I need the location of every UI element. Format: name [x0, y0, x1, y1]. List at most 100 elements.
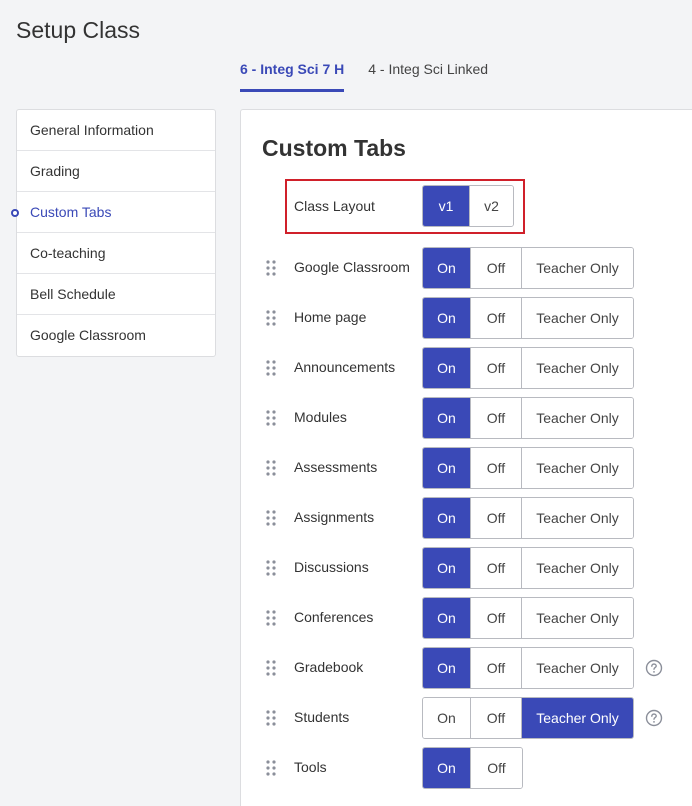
assignments-visibility-toggle: On Off Teacher Only — [422, 497, 634, 539]
tab-label: Tools — [294, 759, 327, 775]
tab-row-gradebook: Gradebook On Off Teacher Only — [266, 647, 686, 689]
tab-label: Conferences — [294, 609, 374, 625]
tab-label: Google Classroom — [294, 259, 410, 275]
class-layout-highlight: Class Layout v1 v2 — [285, 179, 525, 234]
drag-handle-icon[interactable] — [266, 660, 276, 676]
help-circle-icon[interactable] — [645, 709, 663, 727]
drag-handle-icon[interactable] — [266, 260, 276, 276]
assignments-off-button[interactable]: Off — [471, 498, 522, 538]
drag-handle-icon[interactable] — [266, 610, 276, 626]
discussions-off-button[interactable]: Off — [471, 548, 522, 588]
students-on-button[interactable]: On — [423, 698, 471, 738]
tools-on-button[interactable]: On — [423, 748, 471, 788]
tab-row-home-page: Home page On Off Teacher Only — [266, 297, 686, 339]
announcements-teacher-only-button[interactable]: Teacher Only — [522, 348, 633, 388]
announcements-off-button[interactable]: Off — [471, 348, 522, 388]
assessments-visibility-toggle: On Off Teacher Only — [422, 447, 634, 489]
sidebar-item-label: Custom Tabs — [30, 204, 112, 220]
google-classroom-on-button[interactable]: On — [423, 248, 471, 288]
google-classroom-off-button[interactable]: Off — [471, 248, 522, 288]
home-page-on-button[interactable]: On — [423, 298, 471, 338]
assessments-off-button[interactable]: Off — [471, 448, 522, 488]
help-circle-icon[interactable] — [645, 659, 663, 677]
drag-handle-icon[interactable] — [266, 760, 276, 776]
class-tabs: 6 - Integ Sci 7 H 4 - Integ Sci Linked — [240, 52, 512, 92]
students-visibility-toggle: On Off Teacher Only — [422, 697, 634, 739]
modules-teacher-only-button[interactable]: Teacher Only — [522, 398, 633, 438]
tab-label: Assessments — [294, 459, 378, 475]
tab-row-announcements: Announcements On Off Teacher Only — [266, 347, 686, 389]
sidebar-item-label: General Information — [30, 122, 154, 138]
drag-handle-icon[interactable] — [266, 710, 276, 726]
assessments-on-button[interactable]: On — [423, 448, 471, 488]
page-title: Setup Class — [16, 17, 141, 43]
gradebook-visibility-toggle: On Off Teacher Only — [422, 647, 634, 689]
tools-off-button[interactable]: Off — [471, 748, 522, 788]
sidebar-item-label: Bell Schedule — [30, 286, 116, 302]
settings-sidebar: General Information Grading Custom Tabs … — [11, 109, 216, 357]
conferences-teacher-only-button[interactable]: Teacher Only — [522, 598, 633, 638]
tab-label: Modules — [294, 409, 347, 425]
conferences-visibility-toggle: On Off Teacher Only — [422, 597, 634, 639]
tab-row-modules: Modules On Off Teacher Only — [266, 397, 686, 439]
tools-visibility-toggle: On Off — [422, 747, 523, 789]
sidebar-item-label: Grading — [30, 163, 80, 179]
tab-label: Gradebook — [294, 659, 364, 675]
conferences-off-button[interactable]: Off — [471, 598, 522, 638]
class-layout-label: Class Layout — [294, 198, 375, 214]
google-classroom-teacher-only-button[interactable]: Teacher Only — [522, 248, 633, 288]
tab-row-students: Students On Off Teacher Only — [266, 697, 686, 739]
drag-handle-icon[interactable] — [266, 560, 276, 576]
modules-off-button[interactable]: Off — [471, 398, 522, 438]
drag-handle-icon[interactable] — [266, 310, 276, 326]
assignments-teacher-only-button[interactable]: Teacher Only — [522, 498, 633, 538]
drag-handle-icon[interactable] — [266, 410, 276, 426]
sidebar-item-label: Google Classroom — [30, 327, 146, 343]
sidebar-item-custom-tabs[interactable]: Custom Tabs — [11, 192, 215, 233]
drag-handle-icon[interactable] — [266, 360, 276, 376]
drag-handle-icon[interactable] — [266, 510, 276, 526]
active-indicator-icon — [11, 209, 19, 217]
discussions-on-button[interactable]: On — [423, 548, 471, 588]
sidebar-item-general-information[interactable]: General Information — [17, 110, 215, 151]
gradebook-on-button[interactable]: On — [423, 648, 471, 688]
discussions-teacher-only-button[interactable]: Teacher Only — [522, 548, 633, 588]
tab-label: Assignments — [294, 509, 375, 525]
tab-row-conferences: Conferences On Off Teacher Only — [266, 597, 686, 639]
modules-on-button[interactable]: On — [423, 398, 471, 438]
tab-label: Discussions — [294, 559, 369, 575]
class-tab-integ-sci-7-h[interactable]: 6 - Integ Sci 7 H — [240, 52, 345, 92]
students-teacher-only-button[interactable]: Teacher Only — [522, 698, 633, 738]
assessments-teacher-only-button[interactable]: Teacher Only — [522, 448, 633, 488]
tab-row-assignments: Assignments On Off Teacher Only — [266, 497, 686, 539]
home-page-visibility-toggle: On Off Teacher Only — [422, 297, 634, 339]
home-page-off-button[interactable]: Off — [471, 298, 522, 338]
sidebar-item-google-classroom[interactable]: Google Classroom — [17, 315, 215, 356]
panel-title: Custom Tabs — [262, 135, 406, 161]
custom-tabs-panel: Custom Tabs Class Layout v1 v2 Google Cl… — [240, 109, 692, 806]
gradebook-teacher-only-button[interactable]: Teacher Only — [522, 648, 633, 688]
tab-label: Home page — [294, 309, 367, 325]
drag-handle-icon[interactable] — [266, 460, 276, 476]
sidebar-item-grading[interactable]: Grading — [17, 151, 215, 192]
sidebar-item-bell-schedule[interactable]: Bell Schedule — [17, 274, 215, 315]
assignments-on-button[interactable]: On — [423, 498, 471, 538]
google-classroom-visibility-toggle: On Off Teacher Only — [422, 247, 634, 289]
class-tab-integ-sci-linked[interactable]: 4 - Integ Sci Linked — [368, 52, 488, 92]
conferences-on-button[interactable]: On — [423, 598, 471, 638]
sidebar-item-label: Co-teaching — [30, 245, 106, 261]
tab-row-tools: Tools On Off — [266, 747, 686, 789]
announcements-on-button[interactable]: On — [423, 348, 471, 388]
tab-row-google-classroom: Google Classroom On Off Teacher Only — [266, 247, 686, 289]
students-off-button[interactable]: Off — [471, 698, 522, 738]
home-page-teacher-only-button[interactable]: Teacher Only — [522, 298, 633, 338]
sidebar-item-co-teaching[interactable]: Co-teaching — [17, 233, 215, 274]
tab-label: Announcements — [294, 359, 396, 375]
class-layout-toggle: v1 v2 — [422, 185, 514, 227]
layout-v1-button[interactable]: v1 — [423, 186, 470, 226]
tab-row-discussions: Discussions On Off Teacher Only — [266, 547, 686, 589]
modules-visibility-toggle: On Off Teacher Only — [422, 397, 634, 439]
tab-label: Students — [294, 709, 350, 725]
layout-v2-button[interactable]: v2 — [470, 186, 513, 226]
gradebook-off-button[interactable]: Off — [471, 648, 522, 688]
